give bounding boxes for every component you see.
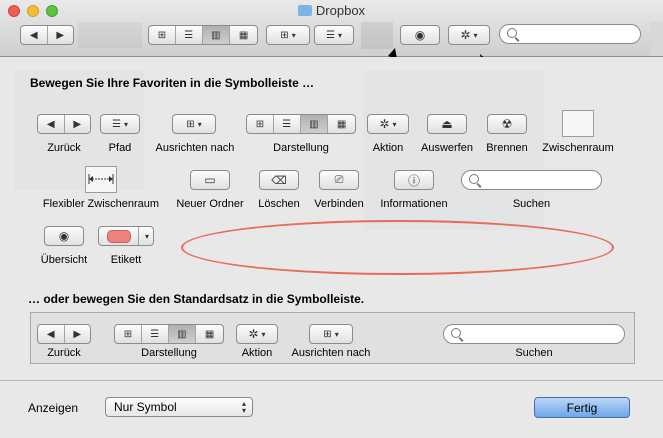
label-aktion: Aktion — [372, 142, 404, 154]
popup-arrows-icon: ▴ ▾ — [241, 399, 246, 415]
burn-icon: ☢ — [501, 117, 513, 131]
label-informationen: Informationen — [380, 198, 448, 210]
toolbar-search-field[interactable] — [499, 24, 641, 44]
item-connect[interactable]: ⎚ — [319, 170, 359, 190]
toolbar-back-forward[interactable]: ◀ ▶ — [20, 25, 74, 45]
color-label-swatch — [107, 229, 131, 243]
label-zwischenraum: Zwischenraum — [542, 142, 614, 154]
list-view-icon[interactable]: ☰ — [176, 26, 203, 44]
info-icon: ⓘ — [407, 173, 420, 188]
eject-icon: ⏏ — [441, 117, 453, 131]
label-verbinden: Verbinden — [314, 198, 364, 210]
trash-icon: ⌫ — [271, 174, 287, 187]
default-search — [443, 324, 625, 344]
default-action: ✲ ▾ — [236, 324, 278, 344]
path-icon: ☰ — [112, 118, 121, 130]
toolbar: Dropbox ◀ ▶ ⊞ ☰ ▥ ▦ ⊞ ▾ ☰ ▾ ◉ ✲ ▾ — [0, 0, 663, 93]
window-edge — [651, 22, 663, 56]
footer-divider — [0, 380, 663, 381]
label-etikett: Etikett — [110, 254, 142, 266]
forward-icon[interactable]: ▶ — [48, 26, 74, 44]
default-label-aktion: Aktion — [241, 347, 273, 359]
item-arrange[interactable]: ⊞ ▾ — [172, 114, 216, 134]
arrange-icon: ⊞ — [186, 118, 195, 130]
search-icon — [451, 328, 461, 338]
item-info[interactable]: ⓘ — [394, 170, 434, 190]
list-view-icon: ☰ — [142, 325, 169, 343]
item-action[interactable]: ✲ ▾ — [367, 114, 409, 134]
coverflow-view-icon: ▦ — [204, 328, 215, 340]
arrange-icon: ⊞ — [323, 328, 332, 340]
label-ausrichten: Ausrichten nach — [155, 142, 235, 154]
toolbar-path-button[interactable]: ☰ ▾ — [314, 25, 354, 45]
label-darstellung: Darstellung — [273, 142, 329, 154]
default-label-zurueck: Zurück — [47, 347, 81, 359]
icon-view-icon: ⊞ — [115, 325, 142, 343]
show-popup[interactable]: Nur Symbol ▴ ▾ — [105, 397, 253, 417]
favorites-heading: Bewegen Sie Ihre Favoriten in die Symbol… — [30, 76, 315, 90]
back-icon: ◀ — [38, 325, 65, 343]
toolbar-view-switcher[interactable]: ⊞ ☰ ▥ ▦ — [148, 25, 258, 45]
label-neuer-ordner: Neuer Ordner — [176, 198, 244, 210]
coverflow-view-icon: ▦ — [336, 118, 347, 130]
item-new-folder[interactable]: ▭ — [190, 170, 230, 190]
label-auswerfen: Auswerfen — [421, 142, 473, 154]
search-icon — [507, 28, 517, 38]
item-view-switcher[interactable]: ⊞ ☰ ▥ ▦ — [246, 114, 356, 134]
item-flexible-space[interactable] — [85, 166, 117, 193]
show-popup-value: Nur Symbol — [114, 400, 177, 414]
folder-icon — [297, 5, 312, 16]
label-brennen: Brennen — [486, 142, 528, 154]
item-label[interactable]: ▾ — [98, 226, 154, 246]
item-burn[interactable]: ☢ — [487, 114, 527, 134]
toolbar-empty-slot — [78, 22, 142, 48]
column-view-icon: ▥ — [300, 115, 329, 133]
item-eject[interactable]: ⏏ — [427, 114, 467, 134]
column-view-icon: ▥ — [168, 325, 197, 343]
coverflow-view-icon[interactable]: ▦ — [230, 26, 257, 44]
item-path[interactable]: ☰ ▾ — [100, 114, 140, 134]
flexible-space-icon — [88, 174, 114, 184]
default-set-heading: … oder bewegen Sie den Standardsatz in d… — [28, 292, 365, 306]
connect-icon: ⎚ — [334, 173, 344, 186]
show-label: Anzeigen — [28, 401, 79, 415]
item-search[interactable] — [461, 170, 602, 190]
annotation-ellipse — [181, 220, 614, 275]
gear-icon: ✲ — [248, 327, 259, 341]
icon-view-icon: ⊞ — [247, 115, 274, 133]
icon-view-icon[interactable]: ⊞ — [149, 26, 176, 44]
label-zurueck: Zurück — [47, 142, 81, 154]
label-pfad: Pfad — [108, 142, 132, 154]
item-delete[interactable]: ⌫ — [259, 170, 299, 190]
default-label-darstellung: Darstellung — [141, 347, 197, 359]
window-title: Dropbox — [0, 3, 663, 18]
eye-icon: ◉ — [58, 229, 70, 243]
back-icon[interactable]: ◀ — [21, 26, 48, 44]
toolbar-arrange-button[interactable]: ⊞ ▾ — [266, 25, 310, 45]
item-back-forward[interactable]: ◀ ▶ — [37, 114, 91, 134]
gear-icon: ✲ — [379, 117, 390, 131]
default-label-ausrichten: Ausrichten nach — [291, 347, 371, 359]
label-loeschen: Löschen — [258, 198, 300, 210]
default-view-switcher: ⊞ ☰ ▥ ▦ — [114, 324, 224, 344]
label-flexibler: Flexibler Zwischenraum — [42, 198, 160, 210]
forward-icon: ▶ — [73, 118, 82, 130]
default-arrange: ⊞ ▾ — [309, 324, 353, 344]
search-icon — [469, 174, 479, 184]
default-back-forward: ◀ ▶ — [37, 324, 91, 344]
back-icon: ◀ — [38, 115, 65, 133]
label-suchen: Suchen — [512, 198, 551, 210]
finder-window: Dropbox ◀ ▶ ⊞ ☰ ▥ ▦ ⊞ ▾ ☰ ▾ ◉ ✲ ▾ Bewege… — [0, 0, 663, 438]
column-view-icon[interactable]: ▥ — [202, 26, 231, 44]
item-quicklook[interactable]: ◉ — [44, 226, 84, 246]
new-folder-icon: ▭ — [204, 173, 216, 187]
forward-icon: ▶ — [73, 328, 82, 340]
default-label-suchen: Suchen — [515, 347, 553, 359]
label-uebersicht: Übersicht — [40, 254, 88, 266]
item-space[interactable] — [562, 110, 594, 137]
done-button[interactable]: Fertig — [534, 397, 630, 418]
list-view-icon: ☰ — [274, 115, 301, 133]
